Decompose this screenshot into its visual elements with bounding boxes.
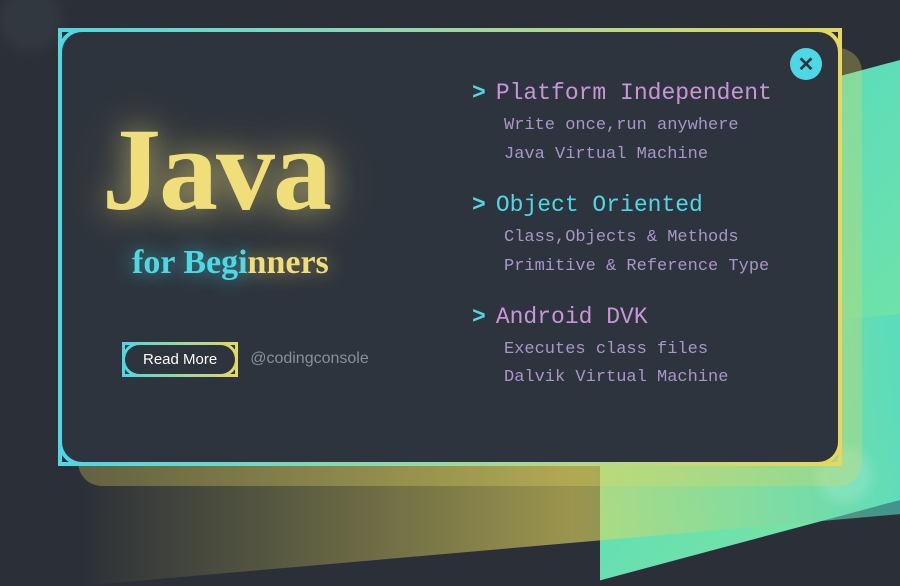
feature-line: Dalvik Virtual Machine	[504, 364, 808, 393]
chevron-icon: >	[472, 192, 486, 218]
feature-header: > Platform Independent	[472, 80, 808, 106]
read-more-button[interactable]: Read More	[122, 342, 238, 377]
feature-line: Class,Objects & Methods	[504, 224, 808, 253]
feature-header: > Android DVK	[472, 304, 808, 330]
hero-title: Java	[102, 117, 452, 223]
cta-row: Read More @codingconsole	[122, 342, 452, 377]
chevron-icon: >	[472, 80, 486, 106]
chevron-icon: >	[472, 304, 486, 330]
subtitle-for: for	[132, 244, 183, 281]
hero-column: Java for Beginners Read More @codingcons…	[92, 52, 452, 442]
feature-title: Android DVK	[496, 304, 648, 330]
feature-line: Executes class files	[504, 336, 808, 365]
feature-item: > Object Oriented Class,Objects & Method…	[472, 192, 808, 282]
read-more-label: Read More	[143, 351, 217, 368]
feature-line: Java Virtual Machine	[504, 141, 808, 170]
feature-item: > Android DVK Executes class files Dalvi…	[472, 304, 808, 394]
close-icon: ✕	[798, 52, 815, 77]
subtitle-nners: nners	[248, 244, 329, 281]
social-handle: @codingconsole	[250, 350, 369, 368]
feature-line: Write once,run anywhere	[504, 112, 808, 141]
feature-title: Object Oriented	[496, 192, 703, 218]
card-content: Java for Beginners Read More @codingcons…	[92, 52, 808, 442]
feature-line: Primitive & Reference Type	[504, 253, 808, 282]
subtitle-begi: Begi	[183, 244, 247, 281]
feature-header: > Object Oriented	[472, 192, 808, 218]
promo-card: ✕ Java for Beginners Read More @codingco…	[58, 28, 842, 466]
features-column: > Platform Independent Write once,run an…	[452, 52, 808, 442]
feature-title: Platform Independent	[496, 80, 772, 106]
close-button[interactable]: ✕	[790, 48, 822, 80]
feature-item: > Platform Independent Write once,run an…	[472, 80, 808, 170]
hero-subtitle: for Beginners	[132, 244, 452, 282]
